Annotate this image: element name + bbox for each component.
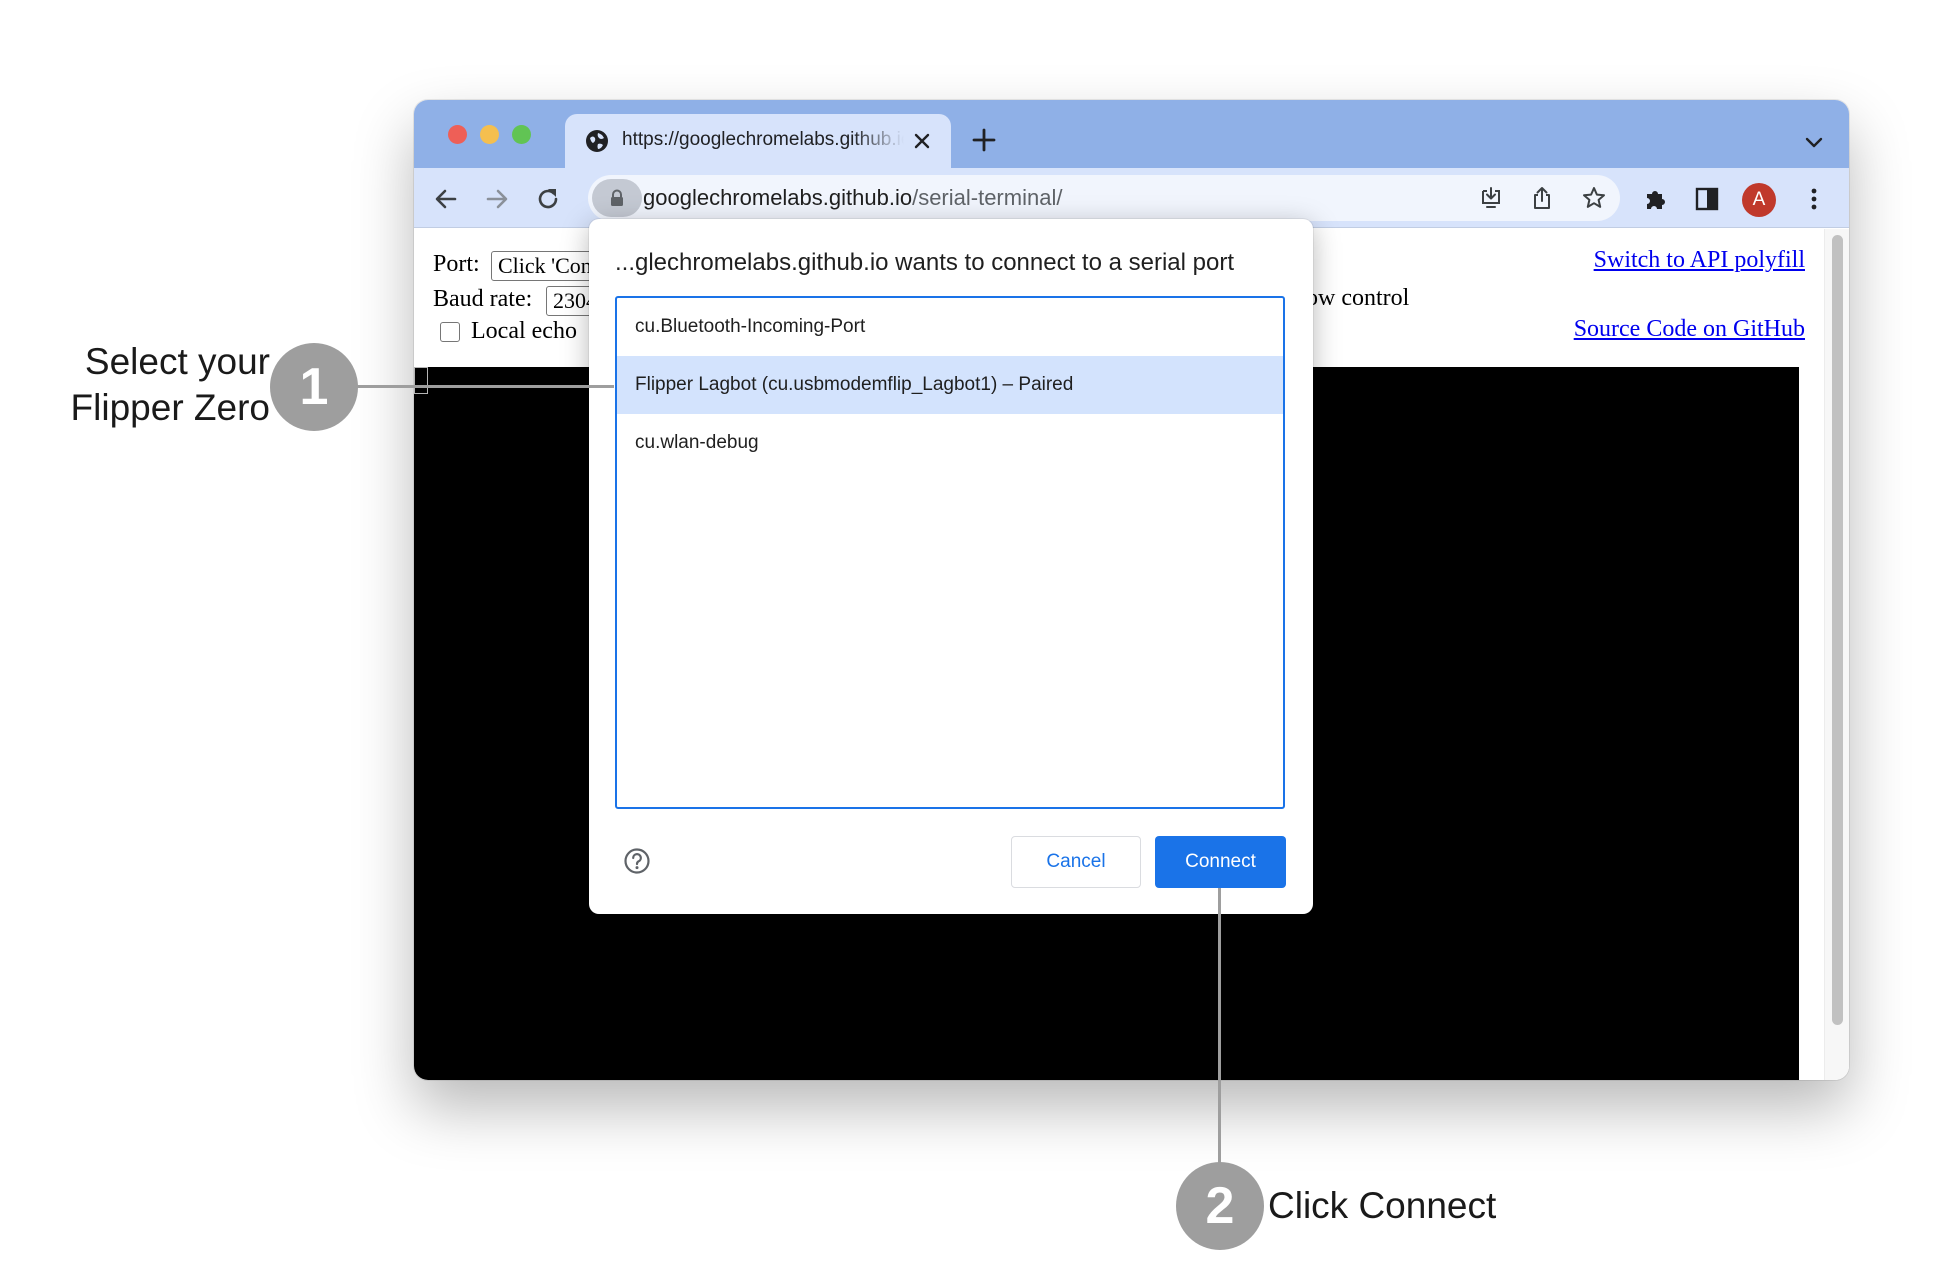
callout-2-line: [1218, 888, 1221, 1168]
port-item-selected[interactable]: Flipper Lagbot (cu.usbmodemflip_Lagbot1)…: [617, 356, 1283, 414]
callout-1-line2: Flipper Zero: [70, 387, 270, 428]
callout-2-badge: 2: [1176, 1162, 1264, 1250]
serial-port-chooser-dialog: ...glechromelabs.github.io wants to conn…: [589, 219, 1313, 914]
terminal-cursor: [414, 367, 428, 394]
callout-1-line: [354, 385, 614, 388]
tab-strip: https://googlechromelabs.github.io/seria…: [414, 100, 1849, 168]
port-item[interactable]: cu.wlan-debug: [617, 414, 1283, 472]
browser-tab[interactable]: https://googlechromelabs.github.io/seria…: [565, 114, 951, 168]
port-label: Port:: [433, 251, 480, 277]
url-path: /serial-terminal/: [912, 185, 1063, 210]
local-echo-label: Local echo: [471, 318, 577, 344]
cancel-button[interactable]: Cancel: [1011, 836, 1141, 888]
side-panel-icon[interactable]: [1693, 185, 1721, 213]
port-list[interactable]: cu.Bluetooth-Incoming-Port Flipper Lagbo…: [615, 296, 1285, 809]
flow-control-label: ow control: [1306, 285, 1410, 311]
address-bar[interactable]: googlechromelabs.github.io/serial-termin…: [588, 175, 1620, 221]
extensions-icon[interactable]: [1642, 185, 1670, 213]
tab-close-icon[interactable]: [912, 131, 932, 151]
local-echo-checkbox[interactable]: [440, 322, 460, 342]
globe-icon: [586, 130, 608, 152]
kebab-menu-icon[interactable]: [1800, 185, 1828, 213]
back-icon[interactable]: [432, 185, 460, 213]
tab-search-icon[interactable]: [1802, 130, 1826, 154]
switch-polyfill-link[interactable]: Switch to API polyfill: [1594, 247, 1805, 274]
tab-title: https://googlechromelabs.github.io/seria…: [622, 129, 904, 150]
close-window-button[interactable]: [448, 125, 467, 144]
minimize-window-button[interactable]: [480, 125, 499, 144]
callout-1-badge: 1: [270, 343, 358, 431]
callout-1-text: Select your Flipper Zero: [60, 339, 270, 431]
scrollbar-thumb[interactable]: [1832, 235, 1843, 1025]
callout-2-text: Click Connect: [1268, 1185, 1497, 1226]
url-text: googlechromelabs.github.io/serial-termin…: [643, 185, 1062, 211]
baud-rate-label: Baud rate:: [433, 286, 533, 312]
callout-1-line1: Select your: [84, 341, 270, 382]
install-app-icon[interactable]: [1478, 185, 1504, 211]
scrollbar[interactable]: [1824, 229, 1849, 1080]
reload-icon[interactable]: [534, 185, 562, 213]
port-item[interactable]: cu.Bluetooth-Incoming-Port: [617, 298, 1283, 356]
help-icon[interactable]: [623, 847, 651, 875]
connect-button[interactable]: Connect: [1155, 836, 1286, 888]
source-code-link[interactable]: Source Code on GitHub: [1574, 316, 1805, 343]
dialog-title: ...glechromelabs.github.io wants to conn…: [615, 249, 1235, 276]
new-tab-icon[interactable]: [971, 127, 997, 153]
forward-icon[interactable]: [483, 185, 511, 213]
site-info-button[interactable]: [592, 179, 642, 217]
url-host: googlechromelabs.github.io: [643, 185, 913, 210]
lock-icon: [611, 189, 623, 206]
profile-avatar[interactable]: A: [1742, 183, 1776, 217]
maximize-window-button[interactable]: [512, 125, 531, 144]
share-icon[interactable]: [1529, 185, 1555, 211]
bookmark-star-icon[interactable]: [1581, 185, 1607, 211]
